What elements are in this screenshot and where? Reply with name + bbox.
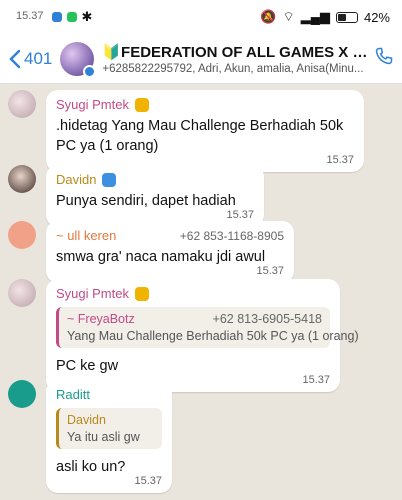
sender-name[interactable]: Raditt xyxy=(56,387,90,402)
battery-icon xyxy=(335,11,358,23)
avatar[interactable] xyxy=(8,165,36,193)
battery-percent: 42% xyxy=(363,9,390,25)
chat-header: 401 🔰FEDERATION OF ALL GAMES X U... +628… xyxy=(0,34,402,84)
message-item[interactable]: Raditt Davidn Ya itu asli gw asli ko un?… xyxy=(8,380,172,493)
wifi-icon: ⌔ xyxy=(282,9,295,24)
status-dot-icon xyxy=(83,64,97,78)
sender-phone: +62 853-1168-8905 xyxy=(179,228,284,243)
message-bubble[interactable]: Davidn Punya sendiri, dapet hadiah 15.37 xyxy=(46,165,264,227)
sender-name[interactable]: ~ ull keren xyxy=(56,228,116,243)
message-item[interactable]: Davidn Punya sendiri, dapet hadiah 15.37 xyxy=(8,165,264,227)
quoted-sender: Davidn xyxy=(67,413,106,427)
quoted-message[interactable]: ~ FreyaBotz +62 813-6905-5418 Yang Mau C… xyxy=(56,307,359,348)
crown-badge-icon xyxy=(134,286,149,301)
message-text: Punya sendiri, dapet hadiah xyxy=(56,193,236,209)
message-item[interactable]: ~ ull keren +62 853-1168-8905 smwa gra' … xyxy=(8,221,294,283)
message-bubble[interactable]: ~ ull keren +62 853-1168-8905 smwa gra' … xyxy=(46,221,294,283)
crown-badge-icon xyxy=(134,97,149,112)
mute-icon: 🔕 xyxy=(260,9,277,24)
signal-icon: ▂▄▆ xyxy=(300,9,330,24)
quoted-message[interactable]: Davidn Ya itu asli gw xyxy=(56,408,162,449)
message-text: PC ke gw xyxy=(56,358,119,374)
notification-icons: ✱ xyxy=(51,9,93,25)
message-item[interactable]: Syugi Pmtek ~ FreyaBotz +62 813-6905-541… xyxy=(8,279,359,392)
message-text: .hidetag Yang Mau Challenge Berhadiah 50… xyxy=(56,118,344,154)
message-bubble[interactable]: Raditt Davidn Ya itu asli gw asli ko un?… xyxy=(46,380,172,493)
group-members: +6285822295792, Adri, Akun, amalia, Anis… xyxy=(102,62,364,75)
sender-name[interactable]: Syugi Pmtek xyxy=(56,286,129,301)
sender-name[interactable]: Syugi Pmtek xyxy=(56,97,129,112)
whatsapp-icon xyxy=(66,12,77,22)
quoted-text: Ya itu asli gw xyxy=(67,430,140,444)
unread-count: 401 xyxy=(24,48,53,68)
message-item[interactable]: Syugi Pmtek .hidetag Yang Mau Challenge … xyxy=(8,90,364,172)
pinwheel-icon: ✱ xyxy=(81,9,93,24)
app-icon xyxy=(51,12,62,22)
avatar[interactable] xyxy=(8,279,36,307)
message-bubble[interactable]: Syugi Pmtek .hidetag Yang Mau Challenge … xyxy=(46,90,364,172)
group-avatar[interactable] xyxy=(60,41,97,78)
avatar[interactable] xyxy=(8,380,36,408)
status-time: 15.37 xyxy=(16,10,44,22)
group-title: 🔰FEDERATION OF ALL GAMES X U... xyxy=(102,43,374,61)
admin-badge-icon xyxy=(102,172,117,187)
avatar[interactable] xyxy=(8,221,36,249)
call-button[interactable] xyxy=(374,46,394,71)
quoted-phone: +62 813-6905-5418 xyxy=(212,312,322,326)
message-bubble[interactable]: Syugi Pmtek ~ FreyaBotz +62 813-6905-541… xyxy=(46,279,359,392)
message-text: smwa gra' naca namaku jdi awul xyxy=(56,249,266,265)
message-text: asli ko un? xyxy=(56,459,126,475)
chevron-left-icon xyxy=(9,49,21,68)
avatar[interactable] xyxy=(8,90,36,118)
back-button[interactable]: 401 xyxy=(8,49,52,69)
status-bar: 15.37 ✱ 🔕 ⌔ ▂▄▆ 42% xyxy=(0,0,402,34)
quoted-sender: ~ FreyaBotz xyxy=(67,312,135,326)
group-info[interactable]: 🔰FEDERATION OF ALL GAMES X U... +6285822… xyxy=(102,43,374,75)
phone-icon xyxy=(375,47,393,65)
quoted-text: Yang Mau Challenge Berhadiah 50k PC ya (… xyxy=(67,329,359,343)
sender-name[interactable]: Davidn xyxy=(56,172,96,187)
chat-area[interactable]: Syugi Pmtek .hidetag Yang Mau Challenge … xyxy=(0,84,402,500)
